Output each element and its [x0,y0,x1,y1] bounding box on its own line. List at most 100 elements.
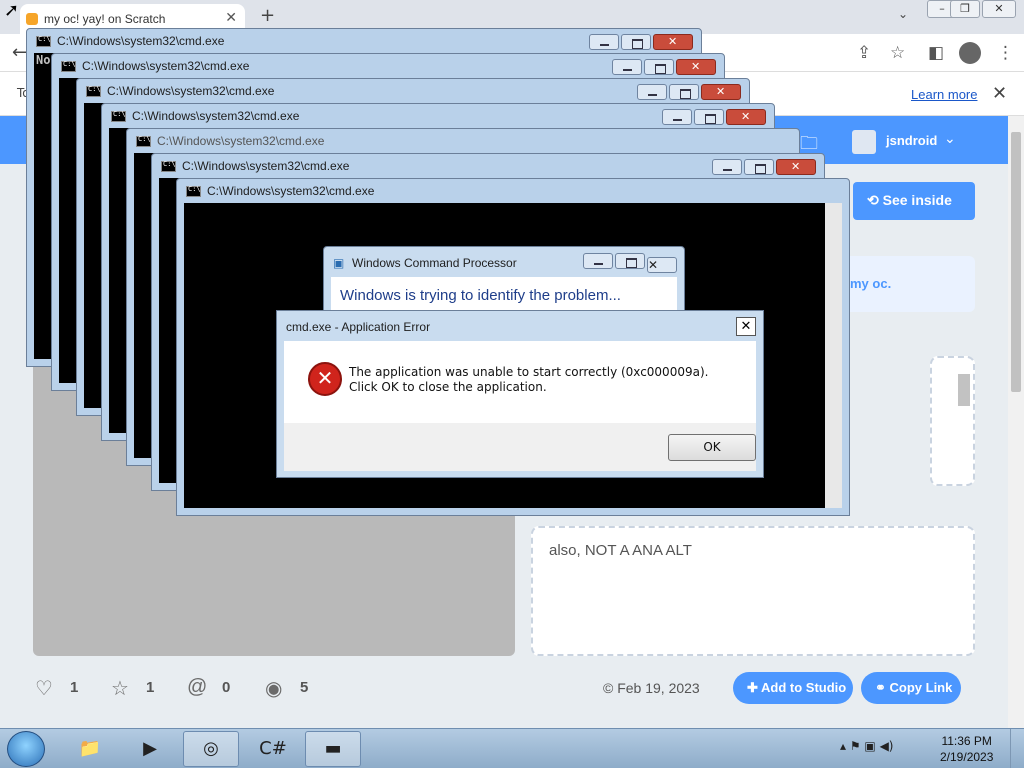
view-count: 5 [300,679,309,696]
close-button[interactable]: ✕ [647,257,677,273]
add-to-studio-button[interactable]: ✚ Add to Studio [733,672,853,704]
cmd-icon [161,160,176,172]
minimize-button[interactable] [589,34,619,50]
close-button[interactable] [676,59,716,75]
infobar-close-icon[interactable]: ✕ [992,83,1007,104]
bookmark-star-icon[interactable]: ☆ [890,43,905,63]
browser-menu-icon[interactable]: ⋮ [997,43,1014,63]
csharp-taskbar-icon[interactable]: C# [245,731,301,767]
minimize-button[interactable] [662,109,692,125]
system-clock[interactable]: 11:36 PM 2/19/2023 [940,733,993,765]
media-player-taskbar-icon[interactable]: ▶ [122,731,178,767]
side-panel-icon[interactable]: ◧ [928,43,944,63]
minimize-button[interactable] [637,84,667,100]
remix-stat: @ 0 [187,676,230,700]
cmd-icon [61,60,76,72]
explorer-taskbar-icon[interactable]: 📁 [62,731,118,767]
close-button[interactable] [726,109,766,125]
account-chevron-icon[interactable]: ⌄ [944,131,956,147]
cmd-taskbar-icon[interactable]: ▬ [305,731,361,767]
close-button[interactable] [701,84,741,100]
maximize-button[interactable] [694,109,724,125]
minimize-button[interactable] [612,59,642,75]
error-dialog-footer: OK [284,423,756,471]
page-scrollbar-thumb[interactable] [1011,132,1021,392]
add-to-studio-label: Add to Studio [761,680,847,695]
project-date: © Feb 19, 2023 [603,680,700,696]
wcp-window-controls: ✕ [581,253,677,273]
instructions-scrollbar[interactable] [958,374,970,406]
minimize-button[interactable] [583,253,613,269]
star-icon: ☆ [111,678,129,700]
mouse-cursor-icon: ➚ [4,0,20,21]
back-arrow-icon[interactable]: ← [12,42,27,63]
link-icon: ⚭ [875,680,890,695]
show-desktop-button[interactable] [1010,729,1024,768]
error-dialog-body: ✕ The application was unable to start co… [284,341,756,423]
error-message: The application was unable to start corr… [349,365,709,394]
cmd-window-controls [710,159,816,175]
notes-text: also, NOT A ANA ALT [549,542,692,559]
cmd-title: C:\Windows\system32\cmd.exe [82,59,250,73]
minimize-button[interactable] [712,159,742,175]
ok-button[interactable]: OK [668,434,756,461]
cmd-titlebar[interactable]: C:\Windows\system32\cmd.exe [27,29,701,53]
error-x-icon: ✕ [308,362,342,396]
cmd-window-controls [587,34,693,50]
tab-search-chevron-icon[interactable]: ⌄ [898,7,908,21]
wcp-message: Windows is trying to identify the proble… [340,287,621,304]
maximize-button[interactable] [669,84,699,100]
tab-title: my oc! yay! on Scratch [44,12,166,26]
instructions-box[interactable] [930,356,975,486]
maximize-button[interactable] [744,159,774,175]
cmd-titlebar[interactable]: C:\Windows\system32\cmd.exe [177,179,849,203]
notes-and-credits-box[interactable]: also, NOT A ANA ALT [531,526,975,656]
love-stat[interactable]: ♡ 1 [35,676,78,700]
learn-more-link[interactable]: Learn more [911,87,977,102]
close-button[interactable] [653,34,693,50]
maximize-button[interactable] [644,59,674,75]
username-label[interactable]: jsndroid [886,133,937,148]
cmd-titlebar[interactable]: C:\Windows\system32\cmd.exe [77,79,749,103]
see-inside-label: See inside [882,192,952,208]
maximize-button[interactable] [615,253,645,269]
error-dialog-close-button[interactable]: ✕ [736,317,756,336]
see-inside-button[interactable]: ⟲ See inside [853,182,975,220]
cmd-titlebar[interactable]: C:\Windows\system32\cmd.exe [152,154,824,178]
favorite-stat[interactable]: ☆ 1 [111,676,154,700]
application-error-dialog[interactable]: cmd.exe - Application Error ✕ ✕ The appl… [276,310,764,478]
cmd-scrollbar[interactable] [825,203,842,508]
clock-time: 11:36 PM [941,734,992,748]
system-tray[interactable]: ▴ ⚑ ▣ ◀) [840,739,893,753]
cmd-icon [186,185,201,197]
cmd-title: C:\Windows\system32\cmd.exe [207,184,375,198]
cmd-window-controls [660,109,766,125]
browser-close-button[interactable]: ✕ [982,0,1016,18]
new-tab-button[interactable]: + [260,5,275,26]
user-avatar[interactable] [852,130,876,154]
cmd-titlebar[interactable]: C:\Windows\system32\cmd.exe [127,129,799,153]
remix-count: 0 [222,679,231,696]
close-button[interactable] [776,159,816,175]
love-count: 1 [70,679,79,696]
remix-arrows-icon: ⟲ [867,192,883,208]
start-button[interactable] [7,731,45,767]
share-icon[interactable]: ⇪ [857,43,871,63]
copy-link-button[interactable]: ⚭ Copy Link [861,672,961,704]
windows-taskbar: 📁 ▶ ◎ C# ▬ ▴ ⚑ ▣ ◀) 11:36 PM 2/19/2023 [0,728,1024,768]
error-dialog-title: cmd.exe - Application Error [286,320,431,334]
cmd-icon [36,35,51,47]
cmd-window-controls [610,59,716,75]
clock-date: 2/19/2023 [940,750,994,764]
chrome-taskbar-icon[interactable]: ◎ [183,731,239,767]
cmd-titlebar[interactable]: C:\Windows\system32\cmd.exe [102,104,774,128]
cmd-title: C:\Windows\system32\cmd.exe [132,109,300,123]
maximize-button[interactable] [621,34,651,50]
page-scrollbar[interactable] [1008,116,1024,728]
cmd-titlebar[interactable]: C:\Windows\system32\cmd.exe [52,54,724,78]
tab-close-icon[interactable]: ✕ [225,10,237,26]
copy-link-label: Copy Link [889,680,953,695]
scratch-favicon-icon [26,13,38,25]
browser-restore-button[interactable]: ❐ [950,0,980,18]
profile-avatar-icon[interactable] [959,42,981,64]
